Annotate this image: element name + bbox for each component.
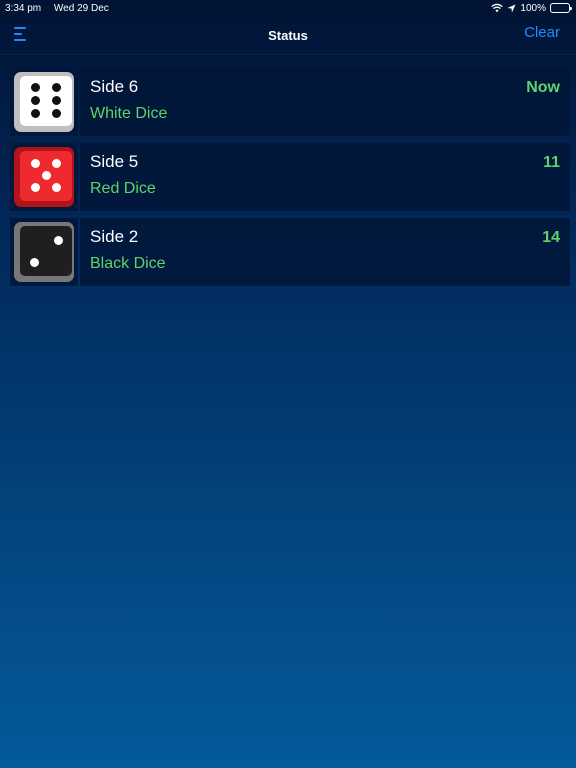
list-item-info: Side 2 Black Dice 14 xyxy=(80,218,570,286)
list-item-title: Side 2 xyxy=(90,227,139,246)
die-thumbnail xyxy=(10,218,78,286)
wifi-icon xyxy=(491,3,504,13)
list-item-subtitle: White Dice xyxy=(90,105,168,122)
status-left: 3:34 pm Wed 29 Dec xyxy=(5,3,119,14)
die-thumbnail xyxy=(10,68,78,136)
list-item-time: 11 xyxy=(543,154,560,171)
nav-bar: Status Clear xyxy=(0,16,576,54)
battery-percent: 100% xyxy=(520,2,546,14)
list-item[interactable]: Side 2 Black Dice 14 xyxy=(10,218,570,286)
location-arrow-icon xyxy=(507,3,516,13)
battery-icon xyxy=(550,3,572,13)
status-bar: 3:34 pm Wed 29 Dec 100% xyxy=(0,0,576,16)
clear-button[interactable]: Clear xyxy=(524,24,560,41)
red-die-five-icon xyxy=(14,147,74,207)
list-item-time: 14 xyxy=(542,229,560,246)
white-die-six-icon xyxy=(14,72,74,132)
list-item-info: Side 6 White Dice Now xyxy=(80,68,570,136)
page-title: Status xyxy=(268,27,308,43)
list-item[interactable]: Side 5 Red Dice 11 xyxy=(10,143,570,211)
roll-list: Side 6 White Dice Now Side 5 Red Dice 11 xyxy=(10,68,570,293)
list-item[interactable]: Side 6 White Dice Now xyxy=(10,68,570,136)
menu-icon[interactable] xyxy=(14,27,28,41)
black-die-two-icon xyxy=(14,222,74,282)
list-item-subtitle: Red Dice xyxy=(90,180,156,197)
list-item-subtitle: Black Dice xyxy=(90,255,166,272)
list-item-title: Side 5 xyxy=(90,152,139,171)
list-item-title: Side 6 xyxy=(90,77,139,96)
status-right: 100% xyxy=(491,2,572,14)
list-item-time: Now xyxy=(526,79,560,96)
status-time: 3:34 pm xyxy=(5,2,42,14)
die-thumbnail xyxy=(10,143,78,211)
status-date: Wed 29 Dec xyxy=(53,2,109,14)
list-item-info: Side 5 Red Dice 11 xyxy=(80,143,570,211)
nav-divider xyxy=(0,54,576,55)
